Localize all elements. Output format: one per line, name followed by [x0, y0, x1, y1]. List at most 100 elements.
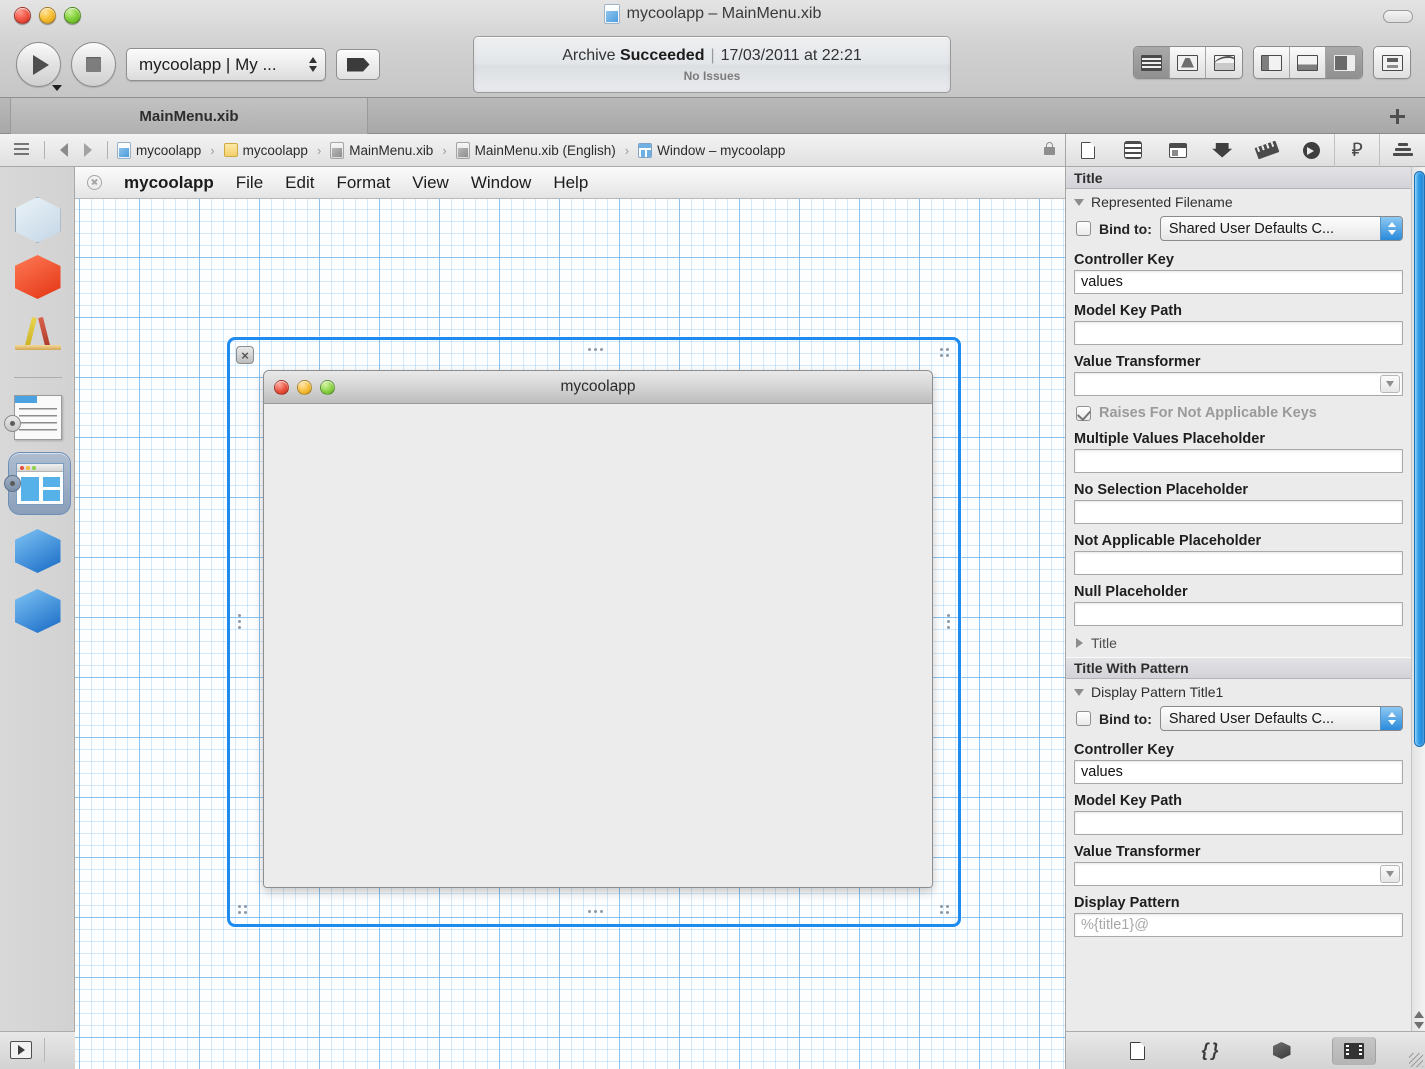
tab-quick-help-inspector[interactable] [1111, 134, 1156, 167]
version-editor-button[interactable] [1206, 47, 1242, 78]
multiple-values-placeholder-field[interactable] [1074, 449, 1403, 473]
stop-button[interactable] [71, 42, 116, 87]
collapsed-group-title[interactable]: Title [1066, 629, 1411, 657]
main-menu-connection-dot[interactable] [4, 415, 21, 432]
media-library-button[interactable] [1331, 1036, 1376, 1065]
resize-handle-top[interactable] [588, 348, 603, 351]
scheme-popup-button[interactable]: mycoolapp | My ... [126, 48, 326, 81]
resize-handle-right[interactable] [947, 614, 950, 629]
run-button[interactable] [16, 42, 62, 91]
tab-size-inspector[interactable] [1245, 134, 1290, 167]
mock-window-content[interactable] [264, 404, 932, 887]
tab-bindings-inspector[interactable]: ⃅ [1333, 133, 1380, 167]
window-remove-badge[interactable]: × [236, 346, 254, 364]
organizer-button[interactable] [1374, 47, 1410, 78]
dock-item-files-owner[interactable] [0, 197, 75, 243]
chevron-down-icon[interactable] [1380, 375, 1400, 393]
menubar-item-edit[interactable]: Edit [285, 173, 314, 193]
dock-item-app-delegate[interactable] [0, 529, 75, 573]
dock-item-first-responder[interactable] [0, 255, 75, 299]
value-transformer-combobox[interactable] [1074, 372, 1403, 396]
menubar-item-file[interactable]: File [236, 173, 263, 193]
window-connection-dot[interactable] [4, 475, 21, 492]
scrollbar-arrows[interactable] [1413, 1011, 1425, 1029]
go-back-button[interactable] [54, 140, 74, 160]
tab-file-inspector[interactable] [1066, 134, 1111, 167]
value-transformer-combobox-2[interactable] [1074, 862, 1403, 886]
toggle-navigator-button[interactable] [1254, 47, 1290, 78]
file-template-library-button[interactable] [1116, 1037, 1160, 1065]
menubar-item-format[interactable]: Format [336, 173, 390, 193]
disclosure-triangle-down-icon[interactable] [1074, 688, 1084, 696]
tab-identity-inspector[interactable] [1155, 134, 1200, 167]
menubar-item-app[interactable]: mycoolapp [124, 173, 214, 193]
menubar-item-window[interactable]: Window [471, 173, 531, 193]
tab-mainmenu-xib[interactable]: MainMenu.xib [10, 98, 368, 134]
menubar-item-help[interactable]: Help [553, 173, 588, 193]
scroll-up-icon[interactable] [1414, 1011, 1424, 1018]
resize-handle-bottom[interactable] [588, 910, 603, 913]
no-selection-placeholder-field[interactable] [1074, 500, 1403, 524]
scrollbar-thumb[interactable] [1414, 171, 1425, 747]
mock-close-button[interactable] [274, 379, 289, 395]
mock-minimize-button[interactable] [297, 379, 312, 395]
scroll-down-icon[interactable] [1414, 1022, 1424, 1029]
window-resize-grip[interactable] [1409, 1053, 1423, 1067]
group-display-pattern-title1[interactable]: Display Pattern Title1 [1066, 679, 1411, 703]
selected-window-frame[interactable]: × mycoolapp [227, 337, 961, 927]
bind-target-popup[interactable]: Shared User Defaults C... [1159, 216, 1403, 241]
toggle-utilities-button[interactable] [1326, 47, 1362, 78]
related-items-icon[interactable] [14, 142, 29, 158]
bind-target-popup[interactable]: Shared User Defaults C... [1159, 706, 1403, 731]
model-key-path-field-2[interactable] [1074, 811, 1403, 835]
disclosure-triangle-right-icon[interactable] [1076, 638, 1083, 648]
null-placeholder-field[interactable] [1074, 602, 1403, 626]
resize-handle-top-right[interactable] [940, 348, 949, 357]
chevron-updown-icon[interactable] [1380, 707, 1402, 730]
controller-key-field[interactable]: values [1074, 270, 1403, 294]
tab-connections-inspector[interactable] [1289, 134, 1334, 167]
controller-key-field-2[interactable]: values [1074, 760, 1403, 784]
resize-handle-left[interactable] [238, 614, 241, 629]
dock-item-defaults-controller[interactable] [0, 589, 75, 633]
standard-editor-button[interactable] [1134, 47, 1170, 78]
model-key-path-field[interactable] [1074, 321, 1403, 345]
inspector-scrollbar[interactable] [1411, 167, 1425, 1031]
display-pattern-field[interactable]: %{title1}@ [1074, 913, 1403, 937]
breadcrumb-item-xib[interactable]: MainMenu.xib [330, 141, 433, 159]
code-snippet-library-button[interactable]: { } [1188, 1037, 1232, 1065]
breadcrumb-item-project[interactable]: mycoolapp [117, 141, 201, 159]
fullscreen-button[interactable] [1383, 10, 1413, 23]
assistant-editor-button[interactable] [1170, 47, 1206, 78]
breadcrumb-item-group[interactable]: mycoolapp [223, 143, 308, 158]
mock-zoom-button[interactable] [320, 379, 335, 395]
raises-for-not-applicable-keys-checkbox[interactable] [1076, 405, 1091, 421]
chevron-down-icon[interactable] [1380, 865, 1400, 883]
tab-effects-inspector[interactable] [1379, 133, 1425, 167]
tab-attributes-inspector[interactable] [1200, 134, 1245, 167]
disclosure-triangle-down-icon[interactable] [1074, 198, 1084, 206]
go-forward-button[interactable] [78, 140, 98, 160]
menubar-item-view[interactable]: View [412, 173, 449, 193]
group-represented-filename[interactable]: Represented Filename [1066, 189, 1411, 213]
dock-item-application[interactable] [0, 315, 75, 361]
bind-to-checkbox[interactable] [1076, 221, 1091, 236]
resize-handle-bottom-right[interactable] [940, 905, 949, 914]
canvas-menubar-object[interactable]: mycoolapp File Edit Format View Window H… [75, 167, 1065, 199]
show-document-outline-button[interactable] [10, 1041, 32, 1059]
mock-window[interactable]: mycoolapp [263, 370, 933, 888]
not-applicable-placeholder-field[interactable] [1074, 551, 1403, 575]
resize-handle-bottom-left[interactable] [238, 905, 247, 914]
activity-status-view[interactable]: Archive Succeeded | 17/03/2011 at 22:21 No… [473, 36, 951, 93]
inspector-content[interactable]: Title Represented Filename Bind to: Shar… [1066, 167, 1411, 1031]
menubar-close-icon[interactable] [87, 175, 102, 190]
add-tab-button[interactable] [1377, 98, 1417, 134]
interface-builder-canvas[interactable]: mycoolapp File Edit Format View Window H… [75, 167, 1065, 1069]
breadcrumb-item-xib-english[interactable]: MainMenu.xib (English) [455, 141, 616, 159]
toggle-debug-area-button[interactable] [1290, 47, 1326, 78]
bind-to-checkbox[interactable] [1076, 711, 1091, 726]
breadcrumb-item-window[interactable]: Window – mycoolapp [638, 142, 785, 158]
object-library-button[interactable] [1260, 1037, 1304, 1065]
chevron-updown-icon[interactable] [1380, 217, 1402, 240]
breakpoints-button[interactable] [336, 49, 380, 80]
